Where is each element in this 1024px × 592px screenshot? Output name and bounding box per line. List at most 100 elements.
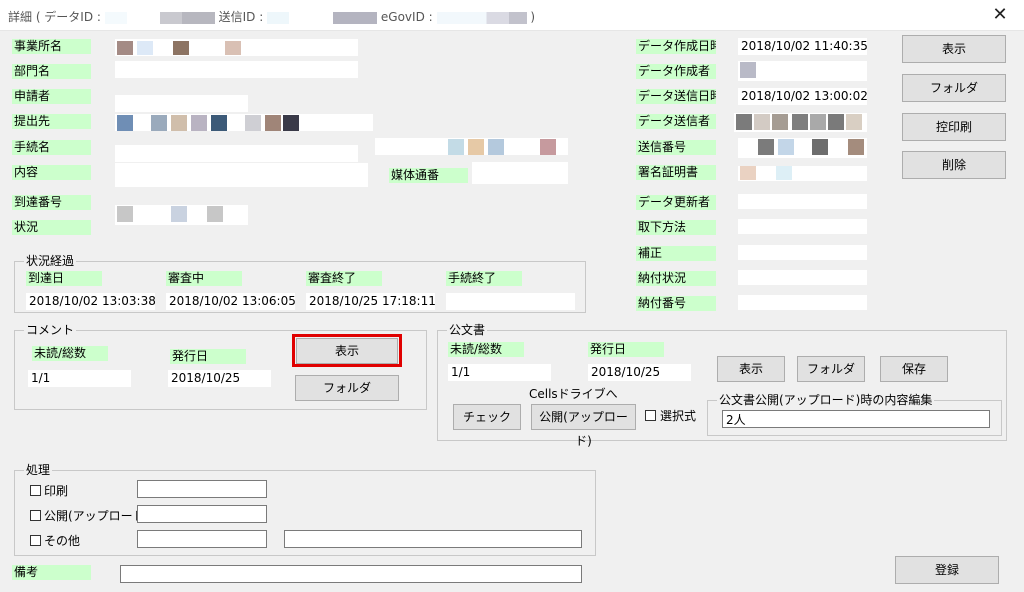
applicant-field <box>115 95 248 112</box>
redacted-block <box>540 139 556 155</box>
redacted-block <box>828 114 844 130</box>
arrival-date-field: 2018/10/02 13:03:38 <box>26 293 155 310</box>
other-label: その他 <box>44 534 81 548</box>
label-sent-at: データ送信日時 <box>636 89 716 104</box>
redacted-block <box>754 114 770 130</box>
redacted-block <box>225 41 241 55</box>
label-send-no: 送信番号 <box>636 140 716 155</box>
redacted-block <box>151 115 167 131</box>
redacted-send-id <box>267 11 378 24</box>
check-button[interactable]: チェック <box>453 404 521 430</box>
cert-field <box>738 166 867 181</box>
label-procedure: 手続名 <box>12 140 91 155</box>
created-at-field: 2018/10/02 11:40:35 <box>738 38 867 55</box>
redacted-block <box>207 206 223 222</box>
media-no-field <box>472 162 568 184</box>
label-sender: データ送信者 <box>636 114 716 129</box>
official-save-button[interactable]: 保存 <box>880 356 948 382</box>
arrival-no-field <box>115 205 248 225</box>
redacted-block <box>758 139 774 155</box>
label-comment-issue-date: 発行日 <box>170 349 246 364</box>
folder-button[interactable]: フォルダ <box>902 74 1006 102</box>
redacted-block <box>812 139 828 155</box>
creator-field <box>738 61 867 81</box>
print-checkbox[interactable] <box>30 485 41 496</box>
print-input[interactable] <box>137 480 267 498</box>
redacted-block <box>283 115 299 131</box>
label-content: 内容 <box>12 165 91 180</box>
redacted-block <box>740 166 756 180</box>
close-icon[interactable]: ✕ <box>986 4 1014 26</box>
redacted-block <box>736 114 752 130</box>
comment-group-title: コメント <box>24 323 77 337</box>
title-suffix: ) <box>530 10 536 24</box>
register-button[interactable]: 登録 <box>895 556 999 584</box>
publish-edit-group-title: 公文書公開(アップロード)時の内容編集 <box>717 393 935 407</box>
cells-drive-label: Cellsドライブへ <box>529 387 618 401</box>
send-no-field <box>738 138 867 158</box>
redacted-block <box>792 114 808 130</box>
label-submit-to: 提出先 <box>12 114 91 129</box>
label-correction: 補正 <box>636 246 716 261</box>
other-detail-input[interactable] <box>284 530 582 548</box>
redacted-block <box>265 115 281 131</box>
dept-field <box>115 61 358 78</box>
label-applicant: 申請者 <box>12 89 91 104</box>
redacted-block <box>772 114 788 130</box>
redacted-block <box>245 115 261 131</box>
label-dept: 部門名 <box>12 64 91 79</box>
redacted-block <box>171 115 187 131</box>
print-label: 印刷 <box>44 484 69 498</box>
redacted-block <box>117 41 133 55</box>
procedure-done-field <box>446 293 575 310</box>
title-bar: 詳細 ( データID : 送信ID : eGovID : ) ✕ <box>0 0 1024 31</box>
redacted-block <box>191 115 207 131</box>
redacted-block <box>468 139 484 155</box>
label-comment-unread: 未読/総数 <box>32 346 108 361</box>
highlight-frame <box>292 334 402 367</box>
submit-to-field <box>115 114 373 131</box>
label-media-no: 媒体通番 <box>389 168 468 183</box>
correction-field <box>738 245 867 260</box>
official-issue-date-field: 2018/10/25 <box>588 364 691 381</box>
publish-input[interactable] <box>137 505 267 523</box>
copy-print-button[interactable]: 控印刷 <box>902 113 1006 141</box>
official-show-button[interactable]: 表示 <box>717 356 785 382</box>
comment-folder-button[interactable]: フォルダ <box>295 375 399 401</box>
label-created-at: データ作成日時 <box>636 39 716 54</box>
official-doc-group-title: 公文書 <box>447 323 488 337</box>
select-mode-checkbox[interactable] <box>645 410 656 421</box>
procedure-field <box>115 145 358 162</box>
publish-checkbox[interactable] <box>30 510 41 521</box>
official-unread-field: 1/1 <box>448 364 551 381</box>
redacted-block <box>488 139 504 155</box>
content-field <box>115 163 368 187</box>
process-group-title: 処理 <box>24 463 53 477</box>
publish-edit-input[interactable]: 2人 <box>722 410 990 428</box>
redacted-block <box>117 115 133 131</box>
redacted-block <box>173 41 189 55</box>
redacted-block <box>117 206 133 222</box>
updater-field <box>738 194 867 209</box>
publish-upload-button[interactable]: 公開(アップロード) <box>531 404 636 448</box>
payment-no-field <box>738 295 867 310</box>
progress-group-title: 状況経過 <box>24 254 77 268</box>
label-review-done: 審査終了 <box>306 271 382 286</box>
comment-issue-date-field: 2018/10/25 <box>168 370 271 387</box>
other-input[interactable] <box>137 530 267 548</box>
show-button[interactable]: 表示 <box>902 35 1006 63</box>
other-checkbox[interactable] <box>30 535 41 546</box>
remarks-input[interactable] <box>120 565 582 583</box>
comment-unread-field: 1/1 <box>28 370 131 387</box>
payment-status-field <box>738 270 867 285</box>
label-arrival-date: 到達日 <box>26 271 102 286</box>
redacted-block <box>810 114 826 130</box>
official-folder-button[interactable]: フォルダ <box>797 356 865 382</box>
redacted-block <box>778 139 794 155</box>
delete-button[interactable]: 削除 <box>902 151 1006 179</box>
redacted-block <box>211 115 227 131</box>
label-official-issue-date: 発行日 <box>588 342 664 357</box>
redacted-block <box>137 41 153 55</box>
label-reviewing: 審査中 <box>166 271 242 286</box>
label-remarks: 備考 <box>12 565 91 580</box>
